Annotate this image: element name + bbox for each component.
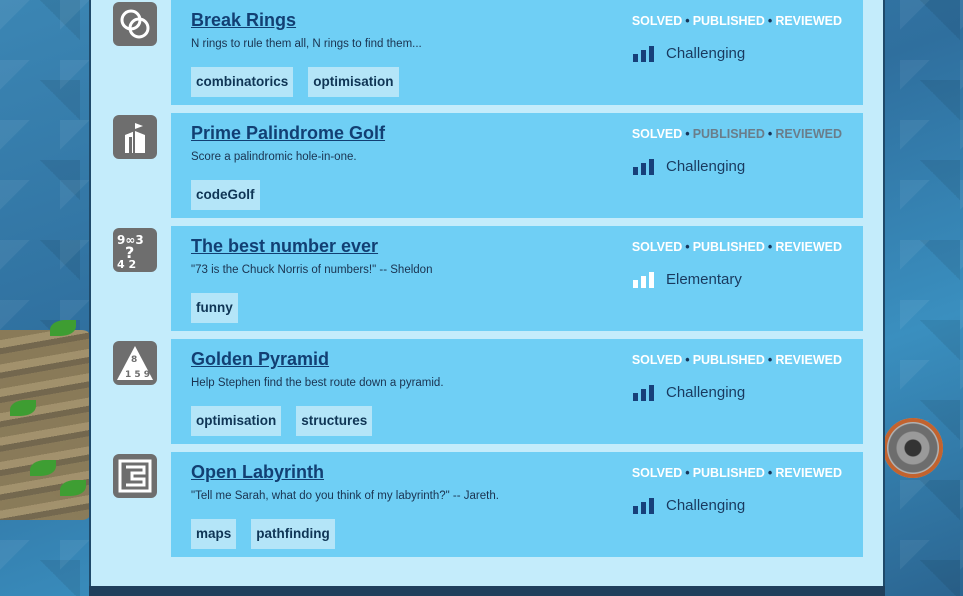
difficulty-bars-icon xyxy=(633,158,654,175)
tag-funny[interactable]: funny xyxy=(191,293,238,323)
status-reviewed: REVIEWED xyxy=(775,240,842,254)
difficulty-bars-icon xyxy=(633,45,654,62)
puzzle-title-link[interactable]: Prime Palindrome Golf xyxy=(191,123,385,144)
wooden-planks-decoration xyxy=(0,320,92,520)
puzzle-row: 9∞3? 4 2 The best number ever "73 is the … xyxy=(111,226,863,331)
puzzle-tags: codeGolf xyxy=(191,180,260,210)
puzzle-row: Break Rings N rings to rule them all, N … xyxy=(111,0,863,105)
puzzle-title-link[interactable]: Open Labyrinth xyxy=(191,462,324,483)
puzzle-row: Open Labyrinth "Tell me Sarah, what do y… xyxy=(111,452,863,557)
puzzle-card: Prime Palindrome Golf Score a palindromi… xyxy=(171,113,863,218)
status-separator: • xyxy=(767,240,773,254)
status-separator: • xyxy=(685,240,690,254)
puzzle-title-link[interactable]: Break Rings xyxy=(191,10,296,31)
puzzle-card: Open Labyrinth "Tell me Sarah, what do y… xyxy=(171,452,863,557)
status-solved: SOLVED xyxy=(631,466,683,480)
difficulty-label: Challenging xyxy=(666,497,746,514)
labyrinth-icon[interactable] xyxy=(113,454,157,498)
tag-combinatorics[interactable]: combinatorics xyxy=(191,67,294,97)
pyramid-icon[interactable]: 8 1 5 9 xyxy=(113,341,157,385)
svg-text:4 2: 4 2 xyxy=(117,258,136,270)
difficulty-bars-icon xyxy=(633,497,654,514)
status-reviewed: REVIEWED xyxy=(775,14,842,28)
status-separator: • xyxy=(685,353,690,367)
tag-codeGolf[interactable]: codeGolf xyxy=(191,180,260,210)
puzzle-status: SOLVED • PUBLISHED • REVIEWED xyxy=(632,14,842,28)
tag-maps[interactable]: maps xyxy=(191,519,237,549)
status-separator: • xyxy=(767,466,773,480)
status-separator: • xyxy=(685,14,690,28)
puzzle-tags: funny xyxy=(191,293,238,323)
golf-flag-icon[interactable] xyxy=(113,115,157,159)
tag-pathfinding[interactable]: pathfinding xyxy=(251,519,335,549)
puzzle-status: SOLVED • PUBLISHED • REVIEWED xyxy=(632,466,842,480)
gear-decoration xyxy=(883,418,943,478)
puzzle-description: "Tell me Sarah, what do you think of my … xyxy=(191,490,499,502)
puzzle-row: 8 1 5 9 Golden Pyramid Help Stephen find … xyxy=(111,339,863,444)
puzzle-title-link[interactable]: Golden Pyramid xyxy=(191,349,329,370)
puzzle-card: The best number ever "73 is the Chuck No… xyxy=(171,226,863,331)
svg-text:1 5 9: 1 5 9 xyxy=(125,370,150,380)
puzzle-tags: combinatorics optimisation xyxy=(191,67,399,97)
status-separator: • xyxy=(685,127,690,141)
puzzle-tags: optimisation structures xyxy=(191,406,373,436)
puzzle-difficulty: Challenging xyxy=(633,45,745,62)
difficulty-bars-icon xyxy=(633,271,654,288)
status-separator: • xyxy=(767,14,773,28)
tag-optimisation[interactable]: optimisation xyxy=(308,67,399,97)
puzzle-difficulty: Challenging xyxy=(633,384,745,401)
puzzle-status: SOLVED • PUBLISHED • REVIEWED xyxy=(632,127,842,141)
puzzle-difficulty: Challenging xyxy=(633,158,745,175)
tag-optimisation[interactable]: optimisation xyxy=(191,406,282,436)
status-separator: • xyxy=(685,466,690,480)
status-solved: SOLVED xyxy=(631,14,683,28)
status-reviewed: REVIEWED xyxy=(775,127,842,141)
tag-structures[interactable]: structures xyxy=(296,406,373,436)
status-published: PUBLISHED xyxy=(692,240,765,254)
status-separator: • xyxy=(767,353,773,367)
puzzle-description: "73 is the Chuck Norris of numbers!" -- … xyxy=(191,264,433,276)
difficulty-bars-icon xyxy=(633,384,654,401)
svg-text:8: 8 xyxy=(131,355,137,365)
rings-icon[interactable] xyxy=(113,2,157,46)
status-published: PUBLISHED xyxy=(692,14,765,28)
puzzle-card: Break Rings N rings to rule them all, N … xyxy=(171,0,863,105)
puzzle-card: Golden Pyramid Help Stephen find the bes… xyxy=(171,339,863,444)
puzzle-difficulty: Challenging xyxy=(633,497,745,514)
puzzle-row: Prime Palindrome Golf Score a palindromi… xyxy=(111,113,863,218)
status-published: PUBLISHED xyxy=(692,466,765,480)
status-reviewed: REVIEWED xyxy=(775,466,842,480)
difficulty-label: Challenging xyxy=(666,384,746,401)
status-solved: SOLVED xyxy=(631,127,683,141)
status-solved: SOLVED xyxy=(631,353,683,367)
puzzle-description: Help Stephen find the best route down a … xyxy=(191,377,444,389)
panel-footer-bar xyxy=(89,586,885,596)
puzzle-description: N rings to rule them all, N rings to fin… xyxy=(191,38,422,50)
numbers-icon[interactable]: 9∞3? 4 2 xyxy=(113,228,157,272)
puzzle-difficulty: Elementary xyxy=(633,271,742,288)
difficulty-label: Challenging xyxy=(666,158,746,175)
status-separator: • xyxy=(767,127,773,141)
status-published: PUBLISHED xyxy=(692,353,765,367)
status-solved: SOLVED xyxy=(631,240,683,254)
status-reviewed: REVIEWED xyxy=(775,353,842,367)
puzzle-status: SOLVED • PUBLISHED • REVIEWED xyxy=(632,353,842,367)
puzzle-description: Score a palindromic hole-in-one. xyxy=(191,151,357,163)
puzzle-status: SOLVED • PUBLISHED • REVIEWED xyxy=(632,240,842,254)
puzzle-title-link[interactable]: The best number ever xyxy=(191,236,378,257)
difficulty-label: Elementary xyxy=(666,271,742,288)
difficulty-label: Challenging xyxy=(666,45,746,62)
puzzle-tags: maps pathfinding xyxy=(191,519,335,549)
status-published: PUBLISHED xyxy=(692,127,765,141)
